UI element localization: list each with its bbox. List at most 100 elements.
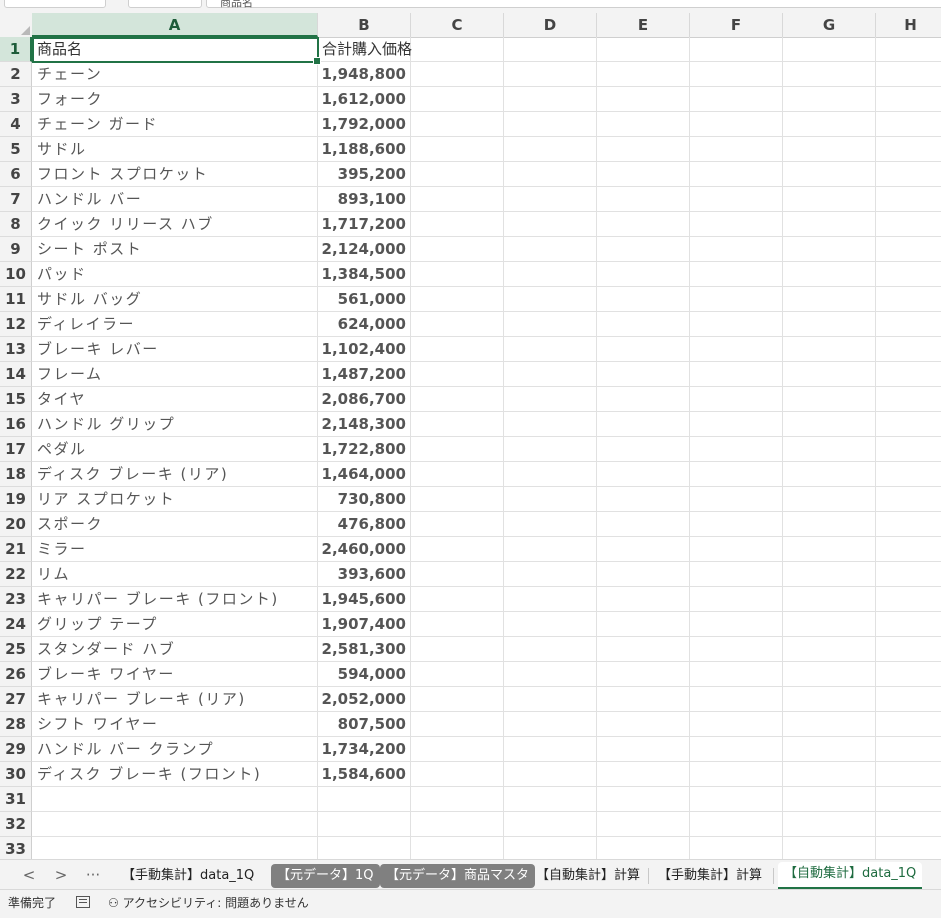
cell-empty[interactable] [597,62,690,87]
cell-empty[interactable] [504,37,597,62]
cell-empty[interactable] [597,287,690,312]
cell-empty[interactable] [690,337,783,362]
cell-empty[interactable] [783,762,876,787]
column-header-e[interactable]: E [597,13,690,37]
row-header[interactable]: 5 [0,137,32,162]
cell-empty[interactable] [783,287,876,312]
cell-empty[interactable] [411,737,504,762]
cell-empty[interactable] [504,187,597,212]
cell-empty[interactable] [783,562,876,587]
cell-empty[interactable] [783,162,876,187]
cell-empty[interactable] [597,512,690,537]
cell-product-name[interactable] [32,787,318,812]
cell-product-name[interactable]: シフト ワイヤー [32,712,318,737]
cell-empty[interactable] [411,387,504,412]
cell-empty[interactable] [690,112,783,137]
cell-product-name[interactable]: サドル バッグ [32,287,318,312]
cell-empty[interactable] [783,662,876,687]
cell-empty[interactable] [690,812,783,837]
row-header[interactable]: 1 [0,37,32,62]
row-header[interactable]: 20 [0,512,32,537]
row-header[interactable]: 13 [0,337,32,362]
column-header-d[interactable]: D [504,13,597,37]
cell-empty[interactable] [411,212,504,237]
cell-empty[interactable] [690,637,783,662]
cell-product-name[interactable]: キャリパー ブレーキ (リア) [32,687,318,712]
cell-empty[interactable] [597,787,690,812]
row-header[interactable]: 19 [0,487,32,512]
column-header-b[interactable]: B [318,13,411,37]
cell-empty[interactable] [411,287,504,312]
cell-product-name[interactable]: チェーン ガード [32,112,318,137]
cell-total-price[interactable] [318,812,411,837]
row-header[interactable]: 6 [0,162,32,187]
cell-total-price[interactable]: 476,800 [318,512,411,537]
cell-empty[interactable] [783,787,876,812]
cell-empty[interactable] [411,237,504,262]
cell-empty[interactable] [690,387,783,412]
cell-empty[interactable] [690,87,783,112]
cell-empty[interactable] [690,587,783,612]
cell-empty[interactable] [690,462,783,487]
cell-empty[interactable] [504,587,597,612]
cell-empty[interactable] [411,462,504,487]
cell-empty[interactable] [690,412,783,437]
cell-empty[interactable] [690,537,783,562]
cell-product-name[interactable]: フレーム [32,362,318,387]
cell-empty[interactable] [597,112,690,137]
cell-empty[interactable] [690,137,783,162]
cell-empty[interactable] [876,387,941,412]
cell-empty[interactable] [783,112,876,137]
cell-empty[interactable] [783,187,876,212]
cell-empty[interactable] [690,837,783,859]
column-header-a[interactable]: A [32,13,318,37]
cell-empty[interactable] [783,337,876,362]
cell-empty[interactable] [504,87,597,112]
row-header[interactable]: 2 [0,62,32,87]
cell-empty[interactable] [411,62,504,87]
cell-empty[interactable] [783,487,876,512]
cell-empty[interactable] [876,837,941,859]
cell-empty[interactable] [876,162,941,187]
cell-empty[interactable] [411,562,504,587]
cell-total-price[interactable]: 1,717,200 [318,212,411,237]
cell-empty[interactable] [597,387,690,412]
cell-empty[interactable] [411,187,504,212]
cell-empty[interactable] [690,487,783,512]
cell-empty[interactable] [783,587,876,612]
cell-total-price[interactable]: 1,722,800 [318,437,411,462]
row-header[interactable]: 32 [0,812,32,837]
cell-empty[interactable] [504,137,597,162]
cell-empty[interactable] [504,512,597,537]
cell-empty[interactable] [411,537,504,562]
prev-sheet-button[interactable]: < [18,860,40,890]
cell-total-price[interactable]: 2,124,000 [318,237,411,262]
cell-product-name[interactable]: タイヤ [32,387,318,412]
sheet-tab-source-1q[interactable]: 【元データ】1Q [271,864,380,888]
cell-empty[interactable] [597,212,690,237]
cell-empty[interactable] [876,137,941,162]
cell-product-name[interactable]: ブレーキ レバー [32,337,318,362]
cell-empty[interactable] [876,87,941,112]
column-header-h[interactable]: H [876,13,941,37]
cell-empty[interactable] [690,662,783,687]
cell-empty[interactable] [876,362,941,387]
cell-empty[interactable] [504,62,597,87]
cell-empty[interactable] [876,237,941,262]
cell-empty[interactable] [597,762,690,787]
spreadsheet-grid[interactable]: A B C D E F G H 1 商品名 合計購入価格 2 チェーン 1,948,800… [0,13,941,859]
cell-empty[interactable] [876,587,941,612]
column-header-f[interactable]: F [690,13,783,37]
cell-empty[interactable] [597,262,690,287]
cell-empty[interactable] [690,262,783,287]
cell-total-price[interactable]: 2,581,300 [318,637,411,662]
cell-empty[interactable] [876,637,941,662]
cell-empty[interactable] [411,262,504,287]
select-all-corner[interactable] [0,13,33,37]
row-header[interactable]: 25 [0,637,32,662]
cell-empty[interactable] [411,412,504,437]
cell-empty[interactable] [504,487,597,512]
cell-empty[interactable] [783,237,876,262]
row-header[interactable]: 3 [0,87,32,112]
cell-empty[interactable] [597,587,690,612]
